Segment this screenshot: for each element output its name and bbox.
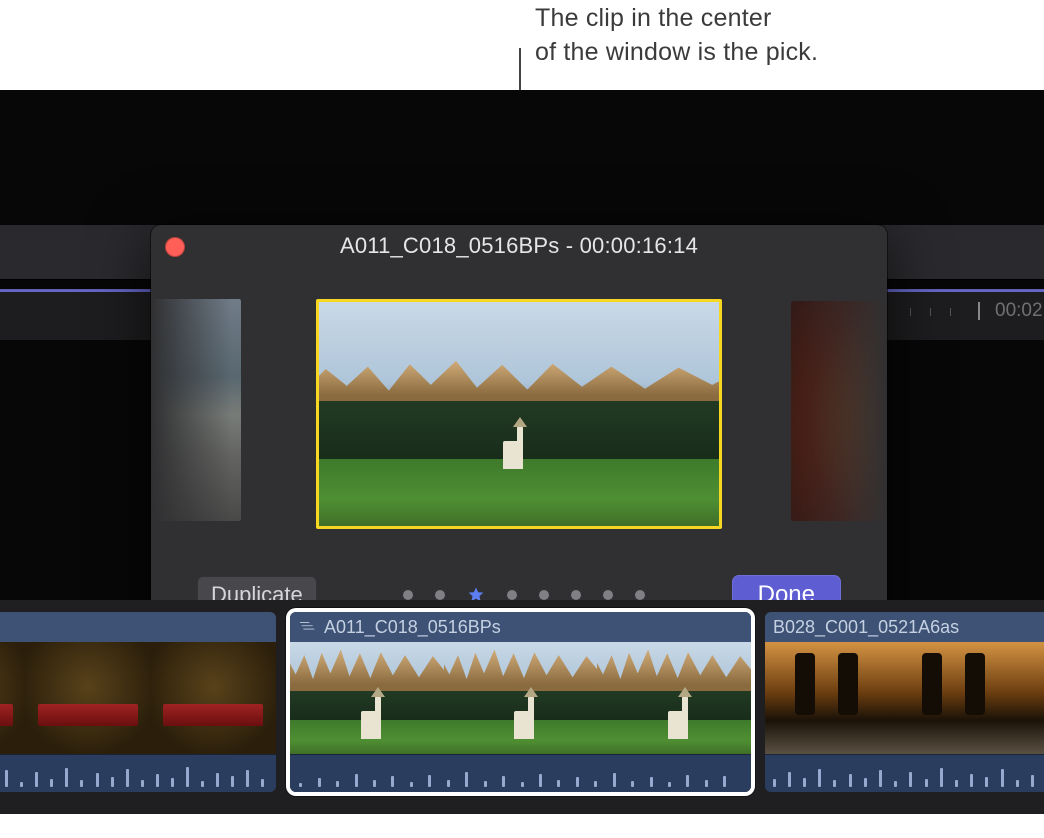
page-dot[interactable] bbox=[435, 590, 445, 600]
audition-carousel[interactable] bbox=[151, 267, 887, 545]
audition-titlebar[interactable]: A011_C018_0516BPs - 00:00:16:14 bbox=[151, 225, 887, 267]
audition-thumb-next[interactable] bbox=[791, 301, 887, 521]
close-icon[interactable] bbox=[165, 237, 185, 257]
timeline[interactable]: 0521MEbs bbox=[0, 600, 1044, 822]
page-bottom-edge bbox=[0, 814, 1044, 838]
clip-audio-waveform[interactable] bbox=[765, 754, 1044, 792]
clip-audio-waveform[interactable] bbox=[290, 754, 751, 792]
page-dot[interactable] bbox=[507, 590, 517, 600]
page-dot[interactable] bbox=[539, 590, 549, 600]
audition-badge-icon bbox=[298, 619, 318, 635]
audition-thumb-pick[interactable] bbox=[316, 299, 722, 529]
audition-window: A011_C018_0516BPs - 00:00:16:14 Duplicat… bbox=[151, 225, 887, 645]
annotation-text: The clip in the center of the window is … bbox=[535, 2, 818, 70]
page-dot[interactable] bbox=[635, 590, 645, 600]
timeline-clip[interactable]: B028_C001_0521A6as bbox=[765, 612, 1044, 792]
audition-thumb-prev[interactable] bbox=[151, 299, 241, 521]
page-dot[interactable] bbox=[571, 590, 581, 600]
page-dot[interactable] bbox=[403, 590, 413, 600]
timeline-clip[interactable]: A011_C018_0516BPs bbox=[290, 612, 751, 792]
clip-header[interactable]: B028_C001_0521A6as bbox=[765, 612, 1044, 642]
clip-filmstrip[interactable] bbox=[0, 642, 276, 754]
clip-filmstrip[interactable] bbox=[290, 642, 751, 754]
page-dot[interactable] bbox=[603, 590, 613, 600]
ruler-timecode: 00:02 bbox=[995, 300, 1043, 322]
timeline-clip[interactable]: 0521MEbs bbox=[0, 612, 276, 792]
clip-filmstrip[interactable] bbox=[765, 642, 1044, 754]
clip-name: A011_C018_0516BPs bbox=[324, 617, 501, 638]
pick-thumbnail-image bbox=[319, 302, 719, 526]
annotation-callout: The clip in the center of the window is … bbox=[0, 0, 1044, 90]
clip-header[interactable]: 0521MEbs bbox=[0, 612, 276, 642]
clip-header[interactable]: A011_C018_0516BPs bbox=[290, 612, 751, 642]
viewer-background: 00:02 A011_C018_0516BPs - 00:00:16:14 bbox=[0, 90, 1044, 600]
audition-title: A011_C018_0516BPs - 00:00:16:14 bbox=[340, 233, 698, 259]
clip-audio-waveform[interactable] bbox=[0, 754, 276, 792]
clip-name: B028_C001_0521A6as bbox=[773, 617, 959, 638]
